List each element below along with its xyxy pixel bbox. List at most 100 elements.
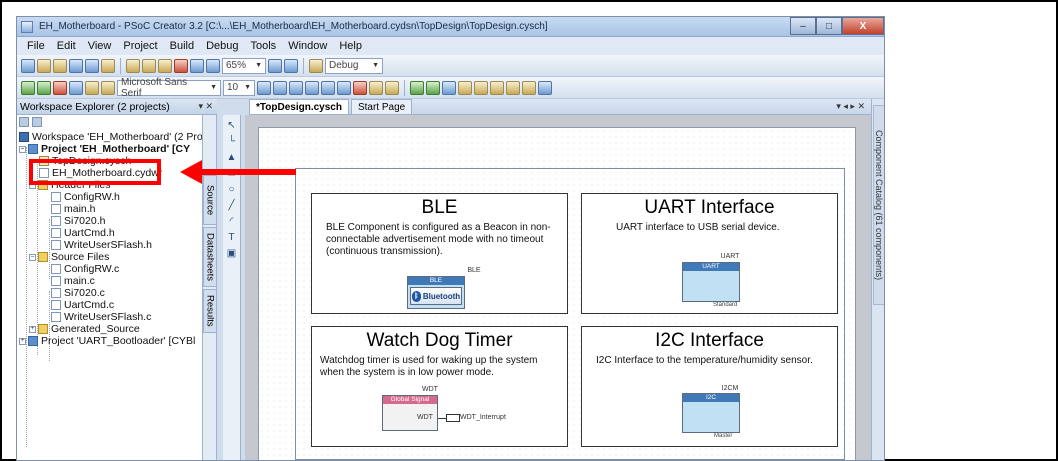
clean-icon[interactable]	[101, 80, 115, 95]
distribute-icon[interactable]	[474, 80, 488, 95]
ground-icon[interactable]: ▲	[226, 151, 238, 163]
flip-icon[interactable]	[522, 80, 536, 95]
new-project-icon[interactable]	[21, 58, 35, 73]
tree-item-file[interactable]: main.c	[51, 275, 95, 287]
font-family-select[interactable]: Microsoft Sans Serif ▼	[117, 77, 221, 99]
tree-item-file[interactable]: WriteUserSFlash.c	[51, 311, 151, 323]
menu-file[interactable]: File	[21, 40, 51, 52]
fill-color-icon[interactable]	[369, 80, 383, 95]
tab-source[interactable]: Source	[203, 175, 217, 225]
maximize-button[interactable]: □	[816, 17, 842, 35]
tree-item-project-eh[interactable]: – Project 'EH_Motherboard' [CY	[19, 143, 190, 155]
tree-item-file[interactable]: ConfigRW.c	[51, 263, 119, 275]
collapse-toggle[interactable]: –	[19, 145, 26, 153]
menu-project[interactable]: Project	[117, 40, 163, 52]
collapse-toggle[interactable]: –	[29, 253, 36, 261]
build-config-select[interactable]: Debug ▼	[325, 57, 383, 74]
tree-item-workspace[interactable]: Workspace 'EH_Motherboard' (2 Pro	[19, 131, 202, 143]
menu-debug[interactable]: Debug	[200, 40, 244, 52]
cut-icon[interactable]	[85, 80, 99, 95]
i2c-component[interactable]: I2C	[682, 393, 740, 433]
menu-build[interactable]: Build	[164, 40, 200, 52]
uart-block[interactable]: UART Interface UART interface to USB ser…	[581, 193, 838, 314]
expand-toggle[interactable]: +	[19, 337, 26, 345]
menu-edit[interactable]: Edit	[51, 40, 82, 52]
uart-component[interactable]: UART	[682, 262, 740, 302]
pointer-icon[interactable]: ↖	[226, 119, 238, 131]
zoom-out-icon[interactable]	[284, 58, 298, 73]
tree-item-file[interactable]: ConfigRW.h	[51, 191, 120, 203]
zoom-select[interactable]: 65% ▼	[222, 57, 266, 74]
image-icon[interactable]: ▣	[226, 247, 238, 259]
i2c-block[interactable]: I2C Interface I2C Interface to the tempe…	[581, 326, 838, 447]
tree-item-file[interactable]: Si7020.c	[51, 287, 105, 299]
tree-item-generated-source[interactable]: + Generated_Source	[29, 323, 140, 335]
tree-item-file[interactable]: WriteUserSFlash.h	[51, 239, 152, 251]
schematic-canvas[interactable]: BLE BLE Component is configured as a Bea…	[258, 127, 856, 460]
menu-tools[interactable]: Tools	[245, 40, 283, 52]
tree-item-source-files[interactable]: – Source Files	[29, 251, 109, 263]
wire-icon[interactable]	[410, 80, 424, 95]
wdt-block[interactable]: Watch Dog Timer Watchdog timer is used f…	[311, 326, 568, 447]
arc-icon[interactable]: ◜	[226, 215, 238, 227]
panel-pin-close-icon[interactable]: ▾ ✕	[198, 101, 213, 112]
connect-icon[interactable]	[426, 80, 440, 95]
save-all-icon[interactable]	[85, 58, 99, 73]
line-color-icon[interactable]	[385, 80, 399, 95]
underline-icon[interactable]	[289, 80, 303, 95]
arrange-icon[interactable]	[490, 80, 504, 95]
delete-icon[interactable]	[174, 58, 188, 73]
component-catalog-tab[interactable]: Component Catalog (61 components)	[873, 105, 884, 305]
menu-help[interactable]: Help	[333, 40, 368, 52]
undo-icon[interactable]	[190, 58, 204, 73]
align-left-icon[interactable]	[305, 80, 319, 95]
redo-icon[interactable]	[206, 58, 220, 73]
align-center-icon[interactable]	[321, 80, 335, 95]
zoom-in-icon[interactable]	[268, 58, 282, 73]
ble-block[interactable]: BLE BLE Component is configured as a Bea…	[311, 193, 568, 314]
tab-start-page[interactable]: Start Page	[350, 99, 413, 114]
build-icon[interactable]	[21, 80, 35, 95]
menu-window[interactable]: Window	[282, 40, 333, 52]
wdt-component[interactable]: Global Signal	[382, 395, 438, 431]
power-icon[interactable]	[442, 80, 456, 95]
expand-toggle[interactable]: +	[29, 325, 36, 333]
grid-icon[interactable]	[538, 80, 552, 95]
menu-view[interactable]: View	[82, 40, 118, 52]
step-icon[interactable]	[69, 80, 83, 95]
ellipse-icon[interactable]: ○	[226, 183, 238, 195]
bold-icon[interactable]	[257, 80, 271, 95]
paste-icon[interactable]	[158, 58, 172, 73]
text-icon[interactable]: T	[226, 231, 238, 243]
collapse-icon[interactable]	[19, 117, 29, 127]
copy-icon[interactable]	[142, 58, 156, 73]
align-right-icon[interactable]	[337, 80, 351, 95]
find-icon[interactable]	[309, 58, 323, 73]
text-color-icon[interactable]	[353, 80, 367, 95]
tree-item-file[interactable]: UartCmd.c	[51, 299, 114, 311]
tab-topdesign[interactable]: *TopDesign.cysch	[249, 99, 349, 114]
tab-results[interactable]: Results	[203, 289, 217, 333]
debug-icon[interactable]	[53, 80, 67, 95]
save-icon[interactable]	[69, 58, 83, 73]
minimize-button[interactable]: –	[790, 17, 816, 35]
line-icon[interactable]: ╱	[226, 199, 238, 211]
program-icon[interactable]	[37, 80, 51, 95]
font-size-select[interactable]: 10 ▼	[223, 79, 255, 96]
open-folder-icon[interactable]	[53, 58, 67, 73]
tree-item-file[interactable]: UartCmd.h	[51, 227, 115, 239]
cut-icon[interactable]	[126, 58, 140, 73]
align-icon[interactable]	[458, 80, 472, 95]
tree-item-file[interactable]: Si7020.h	[51, 215, 105, 227]
open-icon[interactable]	[37, 58, 51, 73]
italic-icon[interactable]	[273, 80, 287, 95]
refresh-icon[interactable]	[32, 117, 42, 127]
close-button[interactable]: X	[842, 17, 884, 35]
tree-item-file[interactable]: main.h	[51, 203, 96, 215]
wire-tool-icon[interactable]: └	[226, 135, 238, 147]
rotate-icon[interactable]	[506, 80, 520, 95]
print-icon[interactable]	[101, 58, 115, 73]
tab-datasheets[interactable]: Datasheets	[203, 227, 217, 287]
tab-controls[interactable]: ▾ ◂ ▸ ✕	[836, 101, 865, 112]
tree-item-project-bootloader[interactable]: + Project 'UART_Bootloader' [CYBl	[19, 335, 195, 347]
